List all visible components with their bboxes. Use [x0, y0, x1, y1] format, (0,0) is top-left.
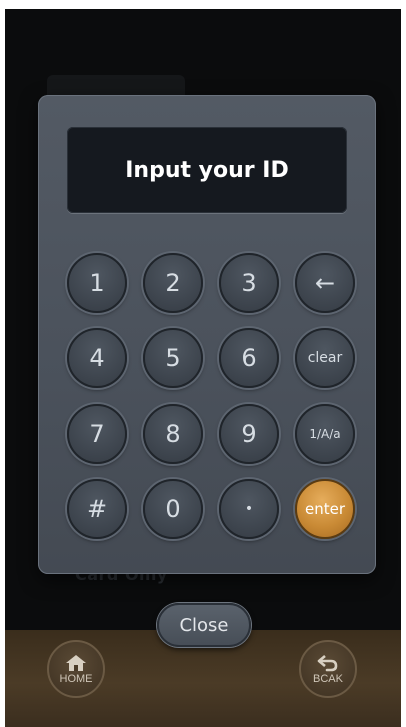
key-9[interactable]: 9 — [219, 404, 279, 464]
key-6[interactable]: 6 — [219, 328, 279, 388]
back-arrow-icon — [317, 654, 339, 672]
clear-key[interactable]: clear — [295, 328, 355, 388]
key-1[interactable]: 1 — [67, 253, 127, 313]
key-0[interactable]: 0 — [143, 479, 203, 539]
input-prompt: Input your ID — [125, 157, 289, 183]
id-display: Input your ID — [67, 127, 347, 213]
key-3[interactable]: 3 — [219, 253, 279, 313]
case-toggle-key[interactable]: 1/A/a — [295, 404, 355, 464]
backspace-key[interactable]: ← — [295, 253, 355, 313]
close-label: Close — [179, 614, 229, 636]
id-input-dialog: Input your ID 1 2 3 ← 4 5 6 clear 7 8 9 … — [38, 95, 376, 574]
back-label: BCAK — [313, 672, 343, 685]
key-dot[interactable]: • — [219, 479, 279, 539]
key-7[interactable]: 7 — [67, 404, 127, 464]
home-button[interactable]: HOME — [47, 640, 105, 698]
home-icon — [65, 654, 87, 672]
back-button[interactable]: BCAK — [299, 640, 357, 698]
key-5[interactable]: 5 — [143, 328, 203, 388]
key-2[interactable]: 2 — [143, 253, 203, 313]
app-screen: Card Only HOME BCAK Input your ID 1 2 3 … — [5, 9, 401, 727]
enter-key[interactable]: enter — [295, 479, 355, 539]
key-hash[interactable]: # — [67, 479, 127, 539]
key-8[interactable]: 8 — [143, 404, 203, 464]
home-label: HOME — [59, 672, 93, 685]
close-button[interactable]: Close — [157, 603, 251, 647]
key-4[interactable]: 4 — [67, 328, 127, 388]
